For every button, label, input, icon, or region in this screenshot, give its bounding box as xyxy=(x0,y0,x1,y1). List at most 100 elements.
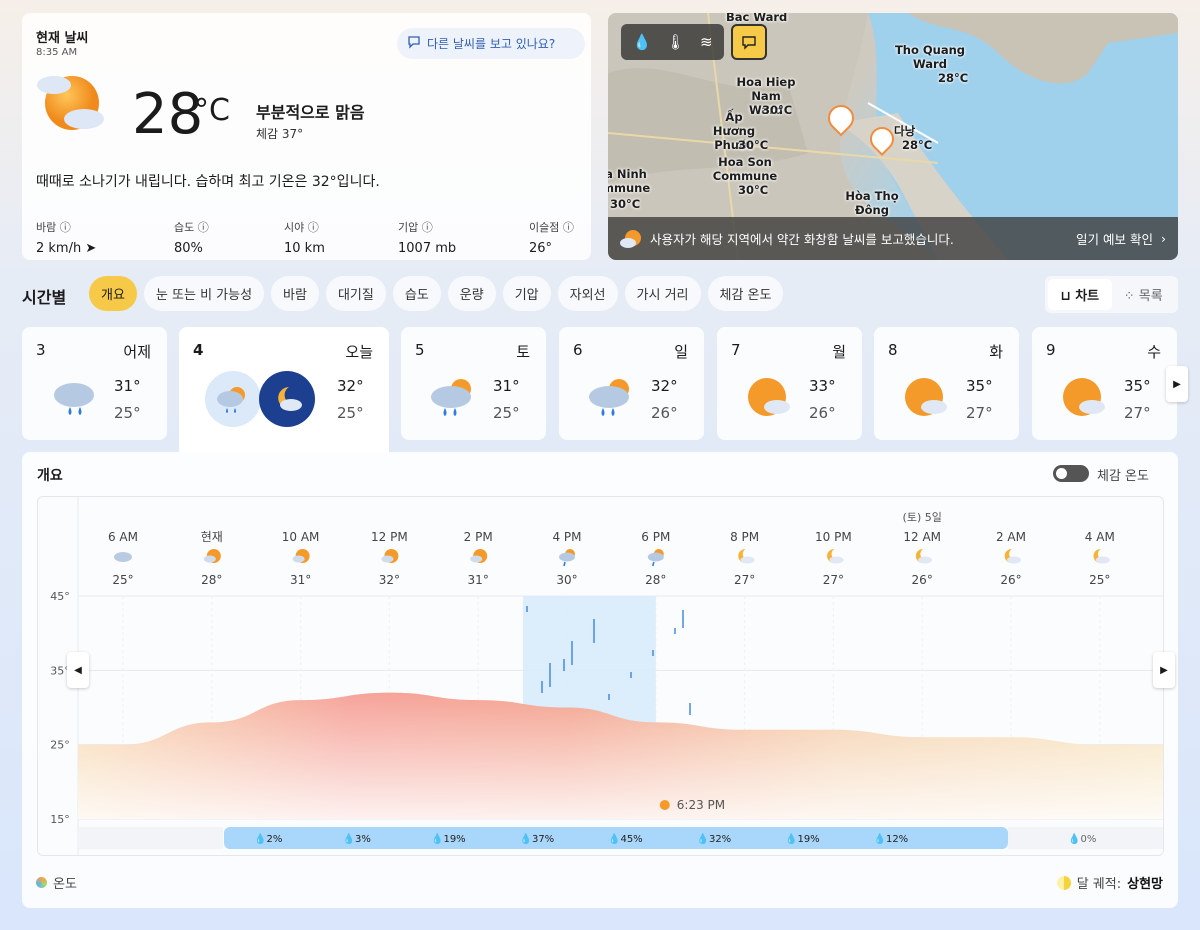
precipitation-layer-icon[interactable]: 💧 xyxy=(632,33,651,51)
day-low: 27° xyxy=(1124,404,1151,422)
stat-wind[interactable]: 바람 ⓘ 2 km/h ➤ xyxy=(36,219,96,256)
reports-layer-button[interactable] xyxy=(731,24,767,60)
map-layer-toolbar: 💧 🌡 ≋ xyxy=(621,24,724,60)
chart-view-button[interactable]: ⊔ 차트 xyxy=(1048,279,1112,310)
pill-feels-like[interactable]: 체감 온도 xyxy=(707,276,784,311)
hourly-filter-pills: 개요 눈 또는 비 가능성 바람 대기질 습도 운량 기압 자외선 가시 거리 … xyxy=(89,276,784,311)
pill-visibility[interactable]: 가시 거리 xyxy=(624,276,701,311)
overview-title: 개요 xyxy=(37,468,63,484)
hour-label: 2 PM xyxy=(464,530,493,544)
hourly-title: 시간별 xyxy=(22,288,67,307)
pill-uv[interactable]: 자외선 xyxy=(557,276,618,311)
forecast-link[interactable]: 일기 예보 확인 xyxy=(1076,229,1153,248)
map-report-text: 사용자가 해당 지역에서 약간 화창함 날씨를 보고했습니다. xyxy=(650,232,954,247)
chart-next-button[interactable]: ▶ xyxy=(1153,652,1175,688)
stat-value: 10 km xyxy=(284,241,325,256)
list-view-button[interactable]: ⁘ 목록 xyxy=(1112,279,1176,310)
cloud-icon xyxy=(559,552,575,562)
pill-humidity[interactable]: 습도 xyxy=(392,276,441,311)
day-card-today[interactable]: 4 오늘 32° 25° xyxy=(179,327,389,452)
day-number: 7 xyxy=(731,341,741,359)
map-label: 다낭 xyxy=(894,124,916,138)
pill-air-quality[interactable]: 대기질 xyxy=(325,276,386,311)
hour-label: 10 AM xyxy=(282,530,320,544)
day-low: 25° xyxy=(337,404,364,422)
map-label: 30°C xyxy=(738,183,769,197)
day-weekday: 토 xyxy=(516,343,530,361)
pill-precip[interactable]: 눈 또는 비 가능성 xyxy=(143,276,265,311)
precip-label: 💧32% xyxy=(697,832,732,845)
day-weekday: 어제 xyxy=(123,343,151,361)
precip-label: 💧37% xyxy=(520,832,555,845)
day-card[interactable]: 6 일 32° 26° xyxy=(559,327,704,440)
day-card[interactable]: 3 어제 31° 25° xyxy=(22,327,167,440)
precip-label: 💧19% xyxy=(431,832,466,845)
chart-prev-button[interactable]: ◀ xyxy=(67,652,89,688)
cloud-icon xyxy=(114,552,132,562)
pill-overview[interactable]: 개요 xyxy=(89,276,137,311)
day-low: 25° xyxy=(493,404,520,422)
precip-empty-left xyxy=(78,827,223,849)
pill-pressure[interactable]: 기압 xyxy=(502,276,551,311)
moon-label: 달 궤적: xyxy=(1076,877,1122,892)
days-next-button[interactable]: ▶ xyxy=(1166,366,1188,402)
chevron-right-icon: ▶ xyxy=(1173,378,1181,390)
stat-value: 26° xyxy=(529,241,553,256)
map-label: 30°C xyxy=(762,103,793,117)
precip-label: 💧3% xyxy=(343,832,371,845)
stat-dewpoint[interactable]: 이슬점 ⓘ 26° xyxy=(529,219,574,256)
weather-map[interactable]: 💧 🌡 ≋ Bac Ward Tho Quang Ward 28°C Hoa H… xyxy=(608,13,1178,260)
day-number: 8 xyxy=(888,341,898,359)
day-card[interactable]: 8 화 35° 27° xyxy=(874,327,1019,440)
stat-label: 습도 ⓘ xyxy=(174,221,209,234)
cloud-icon xyxy=(918,556,933,564)
temperature-label: 30° xyxy=(556,573,577,587)
day-high: 35° xyxy=(1124,377,1151,395)
sunset-label: 6:23 PM xyxy=(677,798,725,812)
stat-humidity[interactable]: 습도 ⓘ 80% xyxy=(174,219,209,256)
feels-like-toggle[interactable] xyxy=(1053,465,1089,482)
temperature-legend: 온도 xyxy=(36,873,77,892)
sun-cloud-icon xyxy=(745,377,793,421)
temperature-label: 26° xyxy=(912,573,933,587)
day-card[interactable]: 9 수 35° 27° xyxy=(1032,327,1177,440)
precip-label: 💧0% xyxy=(1068,832,1096,845)
hour-label: 4 PM xyxy=(552,530,581,544)
temperature-label: 27° xyxy=(823,573,844,587)
day-low: 27° xyxy=(966,404,993,422)
cloud-icon xyxy=(381,555,394,563)
day-high: 33° xyxy=(809,377,836,395)
current-temperature: 28 xyxy=(132,82,204,147)
precip-label: 💧12% xyxy=(874,832,909,845)
temperature-unit[interactable]: °C xyxy=(194,93,230,128)
map-label: 30°C xyxy=(738,138,769,152)
moon-phase: 달 궤적: 상현망 xyxy=(1056,873,1163,892)
temperature-label: 32° xyxy=(379,573,400,587)
day-high: 31° xyxy=(114,377,141,395)
day-number: 6 xyxy=(573,341,583,359)
sunset-icon xyxy=(659,800,670,810)
cloud-icon xyxy=(203,555,216,563)
hour-label: 12 PM xyxy=(371,530,408,544)
temperature-label: 31° xyxy=(468,573,489,587)
day-card[interactable]: 5 토 31° 25° xyxy=(401,327,546,440)
temperature-label: 25° xyxy=(112,573,133,587)
stat-visibility[interactable]: 시야 ⓘ 10 km xyxy=(284,219,325,256)
stat-pressure[interactable]: 기압 ⓘ 1007 mb xyxy=(398,219,456,256)
other-weather-button[interactable]: 다른 날씨를 보고 있나요? xyxy=(397,28,585,59)
day-number: 3 xyxy=(36,341,46,359)
half-moon-icon xyxy=(1056,875,1071,890)
wind-layer-icon[interactable]: ≋ xyxy=(700,33,713,51)
temperature-layer-icon[interactable]: 🌡 xyxy=(666,33,685,51)
day-high: 32° xyxy=(337,377,364,395)
day-card[interactable]: 7 월 33° 26° xyxy=(717,327,862,440)
pill-cloud-cover[interactable]: 운량 xyxy=(447,276,496,311)
temperature-label: 27° xyxy=(734,573,755,587)
hour-label: 6 AM xyxy=(108,530,138,544)
stat-value: 1007 mb xyxy=(398,241,457,256)
weather-stats: 바람 ⓘ 2 km/h ➤ 습도 ⓘ 80% 시야 ⓘ 10 km 기압 ⓘ 1007 … xyxy=(36,219,576,259)
sun-rain-icon xyxy=(587,377,635,421)
pill-wind[interactable]: 바람 xyxy=(271,276,319,311)
y-tick-label: 25° xyxy=(50,739,70,752)
map-report-bar[interactable]: 사용자가 해당 지역에서 약간 화창함 날씨를 보고했습니다. 일기 예보 확인… xyxy=(608,217,1178,260)
